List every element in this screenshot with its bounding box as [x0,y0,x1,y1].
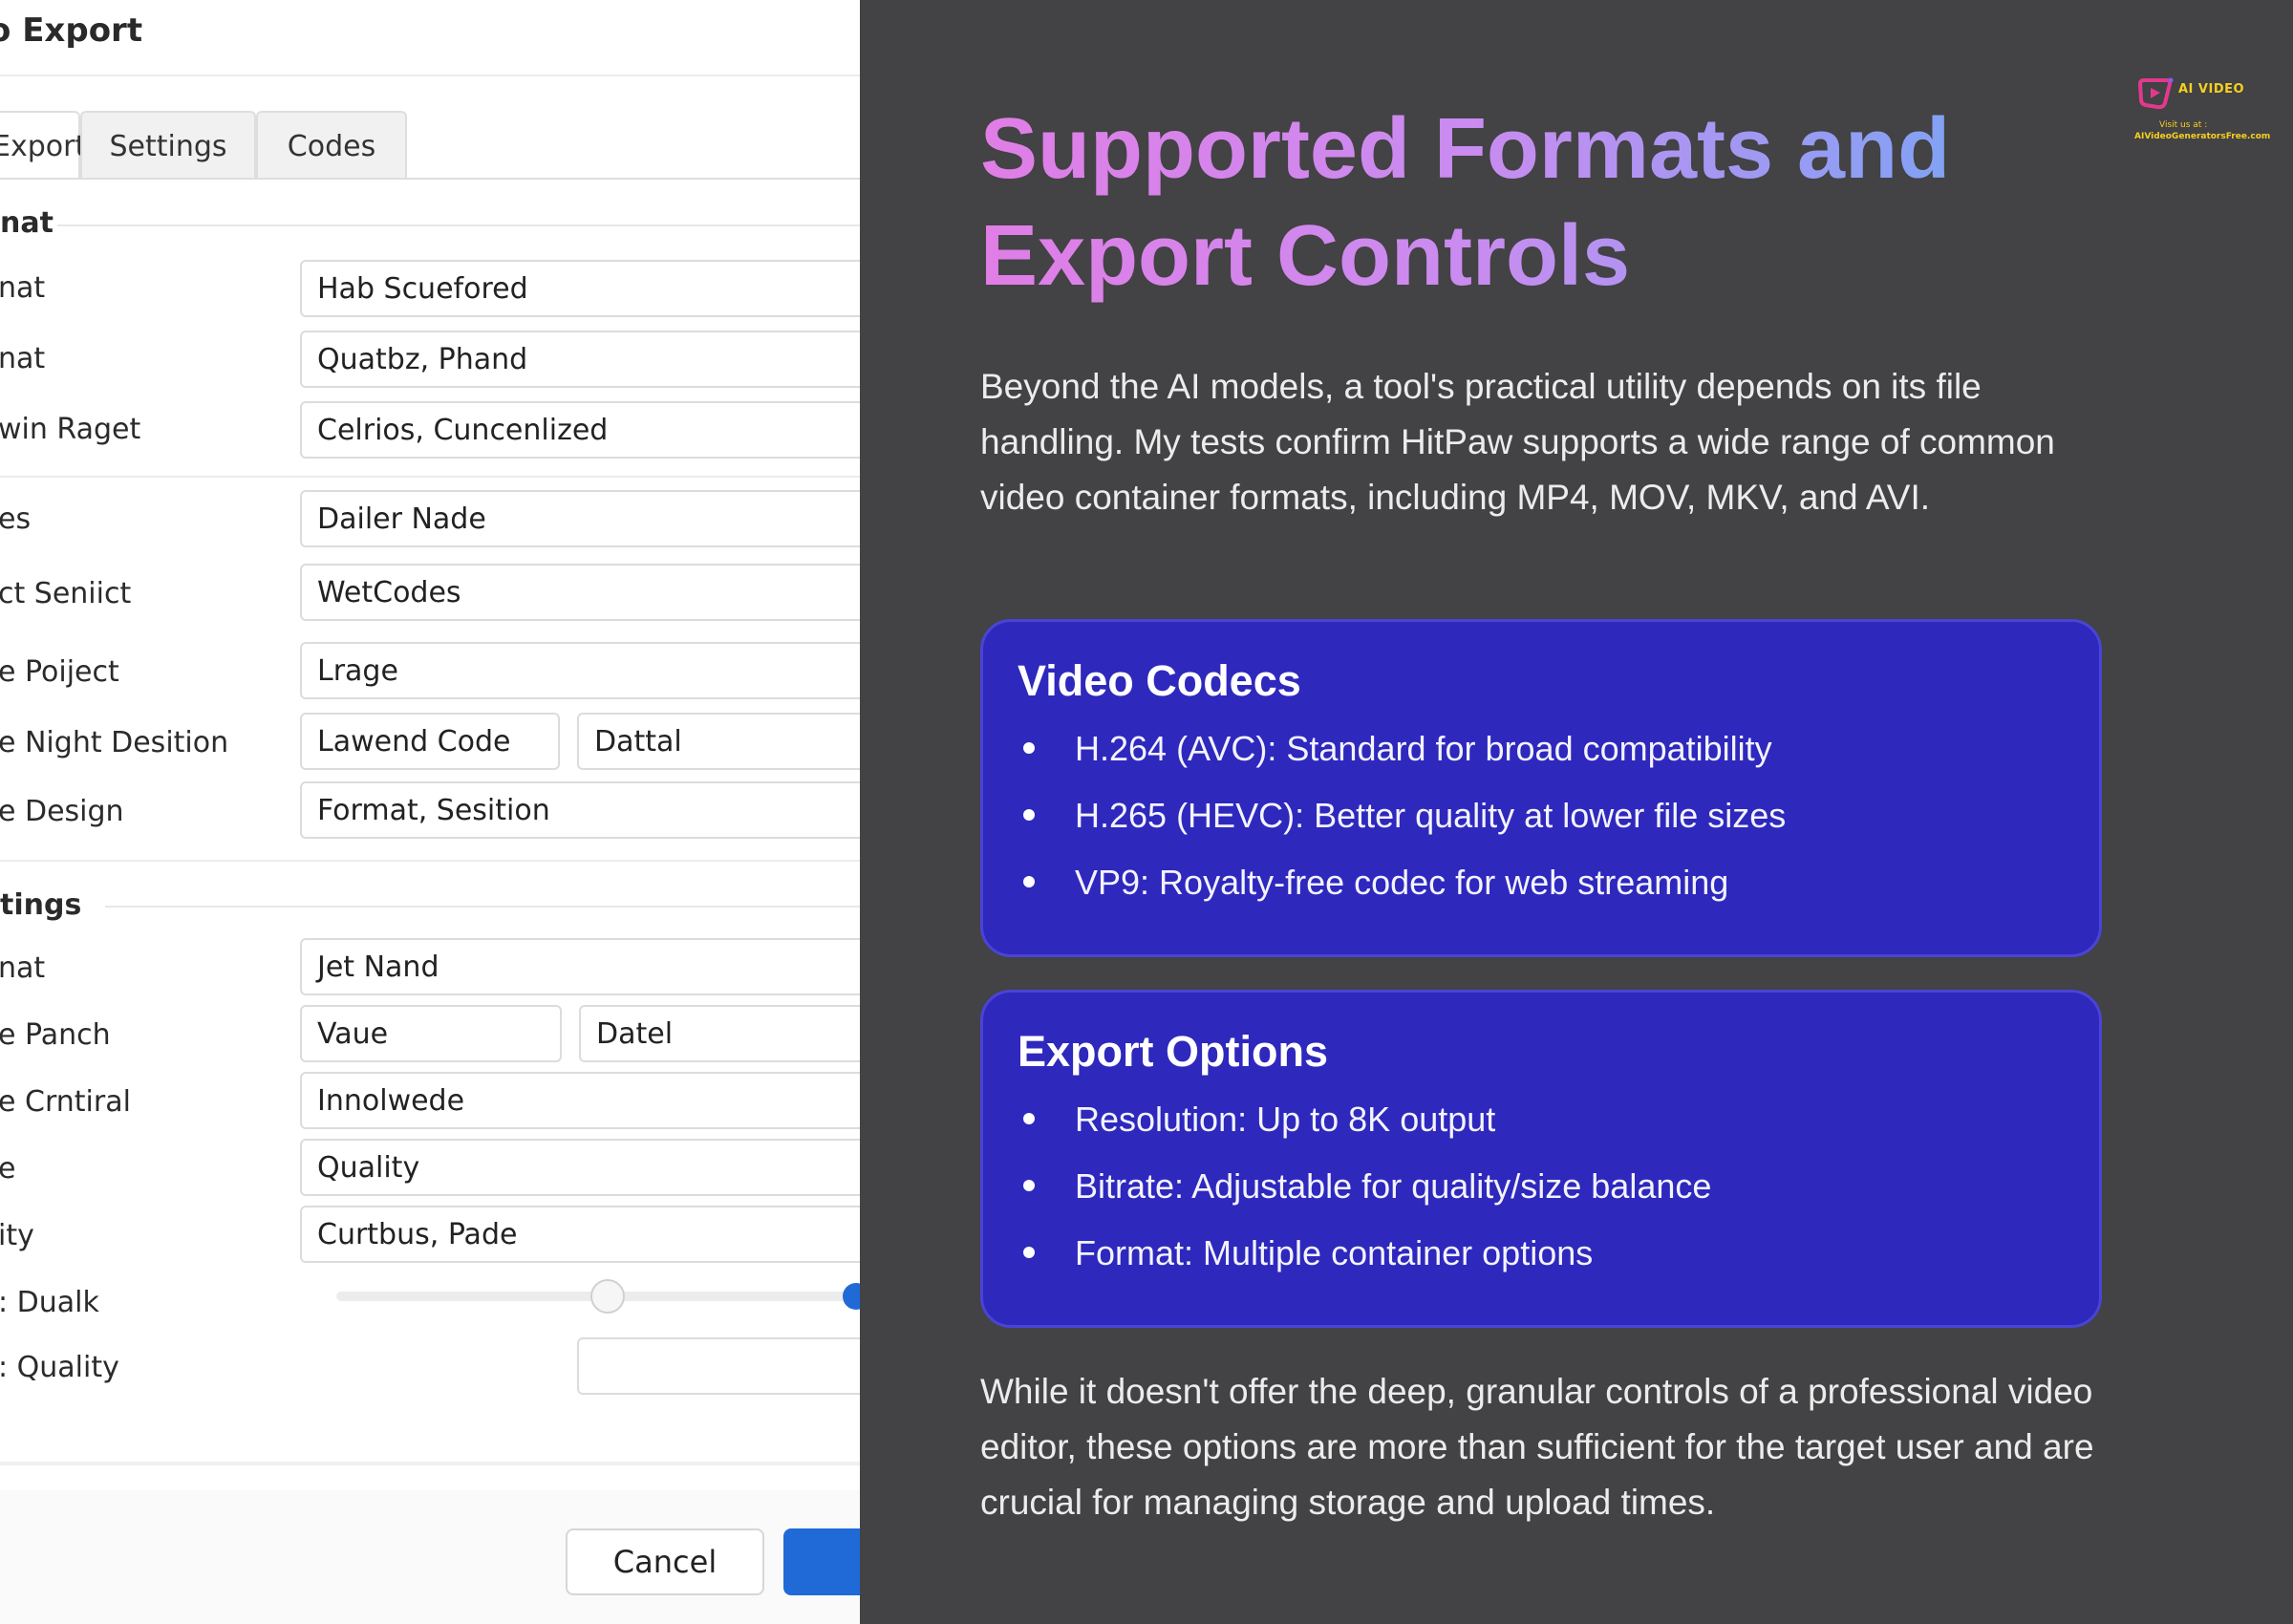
field-label: ct Seniict [0,577,132,610]
field-label: e Poiject [0,655,119,689]
export-options-card: Export Options Resolution: Up to 8K outp… [980,990,2102,1328]
field-label: nat [0,271,46,305]
logo-visit-text: Visit us at : [2159,120,2208,130]
card-title: Video Codecs [1018,656,1301,705]
section-heading-format: nat [0,206,54,240]
text-field[interactable]: Format, Sesition [300,781,860,839]
list-item: Format: Multiple container options [1018,1229,2065,1277]
field-label: e Panch [0,1018,111,1052]
text-field-secondary[interactable]: Datel [579,1005,860,1062]
text-field[interactable]: Jet Nand [300,938,860,995]
tab-codes[interactable]: Codes [256,111,407,180]
logo-name: AI VIDEO [2178,82,2245,96]
text-field[interactable]: WetCodes [300,564,860,621]
bullet-icon [1023,809,1035,821]
list-item-text: H.265 (HEVC): Better quality at lower fi… [1075,796,1787,835]
quality-slider-thumb[interactable] [590,1279,625,1314]
text-field[interactable]: Quality [300,1139,860,1196]
list-item: H.265 (HEVC): Better quality at lower fi… [1018,792,2065,840]
tab-strip-divider [0,178,860,180]
list-item-text: H.264 (AVC): Standard for broad compatib… [1075,729,1772,768]
text-field[interactable]: Celrios, Cuncenlized [300,401,860,459]
text-field[interactable]: Quatbz, Phand [300,331,860,388]
site-logo[interactable]: AI VIDEO Visit us at : AIVideoGenerators… [2131,71,2270,147]
card-title: Export Options [1018,1027,1328,1076]
export-dialog: o Export Export Settings Codes nat nat H… [0,0,860,1624]
text-field[interactable]: Dailer Nade [300,490,860,547]
export-button[interactable] [783,1528,860,1595]
title-divider [0,75,860,76]
group-divider [0,476,860,478]
field-label: : Dualk [0,1286,99,1319]
list-item: Bitrate: Adjustable for quality/size bal… [1018,1163,2065,1210]
field-label: nat [0,342,46,375]
field-label: ity [0,1219,34,1252]
bullet-icon [1023,1247,1035,1258]
list-item-text: Format: Multiple container options [1075,1233,1594,1272]
field-label: nat [0,951,46,985]
list-item-text: Resolution: Up to 8K output [1075,1100,1496,1139]
list-item-text: Bitrate: Adjustable for quality/size bal… [1075,1166,1712,1206]
list-item-text: VP9: Royalty-free codec for web streamin… [1075,863,1729,902]
text-field[interactable]: Innolwede [300,1072,860,1129]
list-item: Resolution: Up to 8K output [1018,1096,2065,1143]
field-label: e Night Desition [0,726,229,759]
text-field[interactable]: Lrage [300,642,860,699]
dialog-title: o Export [0,11,143,50]
text-field[interactable] [577,1337,860,1395]
text-field-secondary[interactable]: Dattal [577,713,860,770]
section-heading-settings: tings [0,888,82,922]
article-panel: Supported Formats and Export Controls Be… [860,0,2293,1624]
section-divider [57,224,860,226]
bullet-icon [1023,876,1035,887]
field-label: e [0,1152,16,1186]
field-label: win Raget [0,413,141,446]
play-icon [2137,77,2174,110]
text-field[interactable]: Lawend Code [300,713,560,770]
field-label: e Design [0,795,124,828]
section-divider [105,906,860,908]
tab-settings[interactable]: Settings [80,111,256,180]
footer-divider [0,1462,860,1465]
list-item: H.264 (AVC): Standard for broad compatib… [1018,725,2065,773]
group-divider [0,860,860,862]
bullet-icon [1023,1113,1035,1124]
page-title: Supported Formats and Export Controls [980,96,2079,310]
bullet-icon [1023,742,1035,754]
field-label: e Crntiral [0,1085,131,1119]
logo-url: AIVideoGeneratorsFree.com [2134,132,2271,141]
cancel-button[interactable]: Cancel [566,1528,764,1595]
text-field[interactable]: Curtbus, Pade [300,1206,860,1263]
text-field[interactable]: Hab Scuefored [300,260,860,317]
tab-export[interactable]: Export [0,111,86,180]
field-label: : Quality [0,1351,119,1384]
list-item: VP9: Royalty-free codec for web streamin… [1018,859,2065,907]
closing-paragraph: While it doesn't offer the deep, granula… [980,1372,2094,1522]
video-codecs-card: Video Codecs H.264 (AVC): Standard for b… [980,619,2102,957]
intro-paragraph: Beyond the AI models, a tool's practical… [980,367,2055,517]
field-label: es [0,502,32,536]
export-options-list: Resolution: Up to 8K output Bitrate: Adj… [1018,1096,2065,1277]
bullet-icon [1023,1180,1035,1191]
text-field[interactable]: Vaue [300,1005,562,1062]
codec-list: H.264 (AVC): Standard for broad compatib… [1018,725,2065,907]
quality-slider-endpoint[interactable] [843,1283,860,1310]
